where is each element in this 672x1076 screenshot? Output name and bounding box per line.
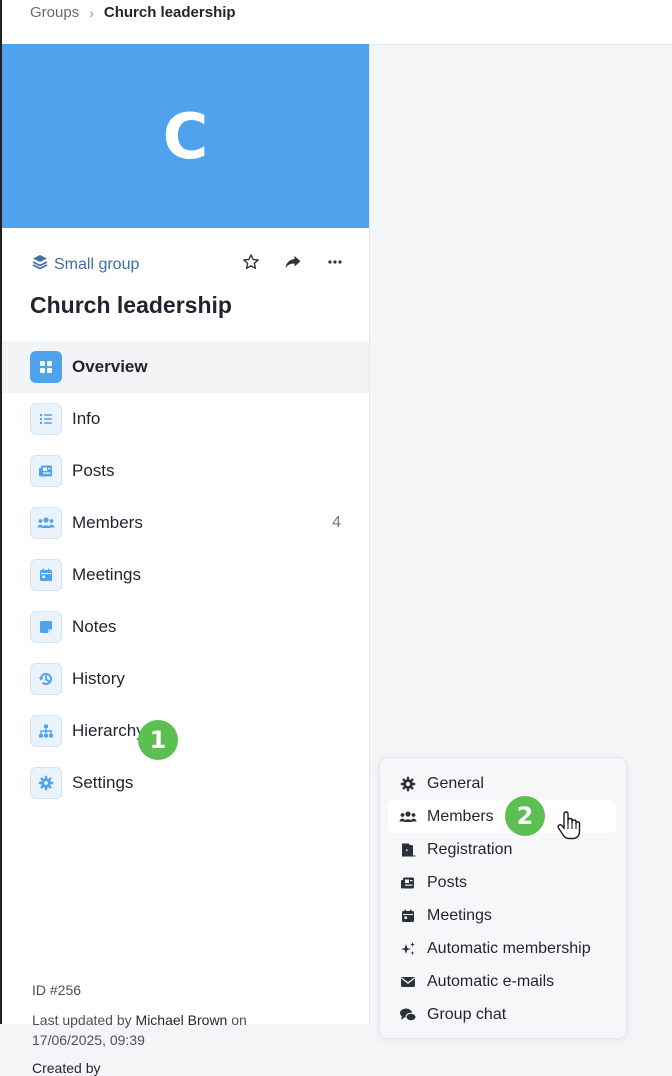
newspaper-icon <box>399 874 417 892</box>
group-type-label[interactable]: Small group <box>54 256 139 274</box>
door-icon <box>399 841 417 859</box>
nav-label: History <box>72 669 125 688</box>
menu-item-label: Meetings <box>427 906 492 924</box>
nav-item-posts[interactable]: Posts <box>2 445 369 497</box>
group-actions <box>241 252 345 272</box>
nav-label: Overview <box>72 357 148 376</box>
chat-icon <box>399 1006 417 1024</box>
share-icon[interactable] <box>283 252 303 272</box>
gear-icon <box>399 775 417 793</box>
settings-dropdown-menu: General Members Registration Posts Meeti… <box>379 757 627 1039</box>
menu-item-label: Automatic e-mails <box>427 972 555 990</box>
group-side-panel: C Small group Church leadership Overview <box>2 44 370 1076</box>
nav-label: Meetings <box>72 565 141 584</box>
last-updated-time: 17/06/2025, 09:39 <box>32 1032 145 1048</box>
calendar-icon <box>399 907 417 925</box>
menu-item-automatic-emails[interactable]: Automatic e-mails <box>388 965 616 998</box>
star-icon[interactable] <box>241 252 261 272</box>
grid-icon <box>30 351 62 383</box>
menu-item-general[interactable]: General <box>388 767 616 800</box>
nav-item-meetings[interactable]: Meetings <box>2 549 369 601</box>
step-badge-1: 1 <box>138 720 178 760</box>
members-count: 4 <box>332 514 341 531</box>
group-avatar-letter: C <box>162 99 209 173</box>
gear-icon <box>30 767 62 799</box>
more-options-icon[interactable] <box>325 252 345 272</box>
nav-item-hierarchy[interactable]: Hierarchy <box>2 705 369 757</box>
menu-item-meetings[interactable]: Meetings <box>388 899 616 932</box>
nav-item-info[interactable]: Info <box>2 393 369 445</box>
nav-item-overview[interactable]: Overview <box>2 341 369 393</box>
sitemap-icon <box>30 715 62 747</box>
breadcrumb: Groups › Church leadership <box>30 4 236 21</box>
envelope-icon <box>399 973 417 991</box>
group-title: Church leadership <box>30 292 232 318</box>
menu-item-label: Members <box>427 807 494 825</box>
last-updated: Last updated by Michael Brown on 17/06/2… <box>32 1010 247 1050</box>
sparkles-icon <box>399 940 417 958</box>
users-icon <box>399 808 417 826</box>
breadcrumb-groups-link[interactable]: Groups <box>30 4 79 21</box>
menu-item-group-chat[interactable]: Group chat <box>388 998 616 1031</box>
top-bar: Groups › Church leadership <box>2 0 672 45</box>
chevron-right-icon: › <box>89 4 94 21</box>
menu-item-label: Automatic membership <box>427 939 591 957</box>
breadcrumb-current: Church leadership <box>103 4 236 21</box>
nav-label: Posts <box>72 461 115 480</box>
newspaper-icon <box>30 455 62 487</box>
menu-item-label: General <box>427 774 484 792</box>
step-badge-2: 2 <box>505 796 545 836</box>
nav-label: Notes <box>72 617 117 636</box>
history-icon <box>30 663 62 695</box>
menu-item-automatic-membership[interactable]: Automatic membership <box>388 932 616 965</box>
group-nav: Overview Info Posts Members 4 Meetings N… <box>2 341 369 809</box>
menu-item-posts[interactable]: Posts <box>388 866 616 899</box>
menu-item-label: Registration <box>427 840 513 858</box>
menu-item-label: Group chat <box>427 1005 507 1023</box>
nav-label: Info <box>72 409 101 428</box>
nav-label: Members <box>72 513 143 532</box>
sticky-note-icon <box>30 611 62 643</box>
menu-item-label: Posts <box>427 873 468 891</box>
nav-label: Hierarchy <box>72 721 145 740</box>
nav-item-history[interactable]: History <box>2 653 369 705</box>
nav-label: Settings <box>72 773 134 792</box>
nav-item-settings[interactable]: Settings <box>2 757 369 809</box>
list-icon <box>30 403 62 435</box>
nav-item-members[interactable]: Members 4 <box>2 497 369 549</box>
calendar-icon <box>30 559 62 591</box>
last-updated-on: on <box>231 1012 247 1028</box>
group-banner: C <box>2 44 369 228</box>
updated-by-link[interactable]: Michael Brown <box>136 1012 228 1028</box>
hand-pointer-cursor-icon <box>556 811 582 846</box>
users-icon <box>30 507 62 539</box>
group-type: Small group <box>32 254 139 275</box>
group-meta: ID #256 Last updated by Michael Brown on… <box>32 980 247 1050</box>
last-updated-prefix: Last updated by <box>32 1012 132 1028</box>
group-id: ID #256 <box>32 982 82 998</box>
nav-item-notes[interactable]: Notes <box>2 601 369 653</box>
layers-icon <box>32 254 48 275</box>
created-by-text: Created by <box>32 1060 101 1076</box>
